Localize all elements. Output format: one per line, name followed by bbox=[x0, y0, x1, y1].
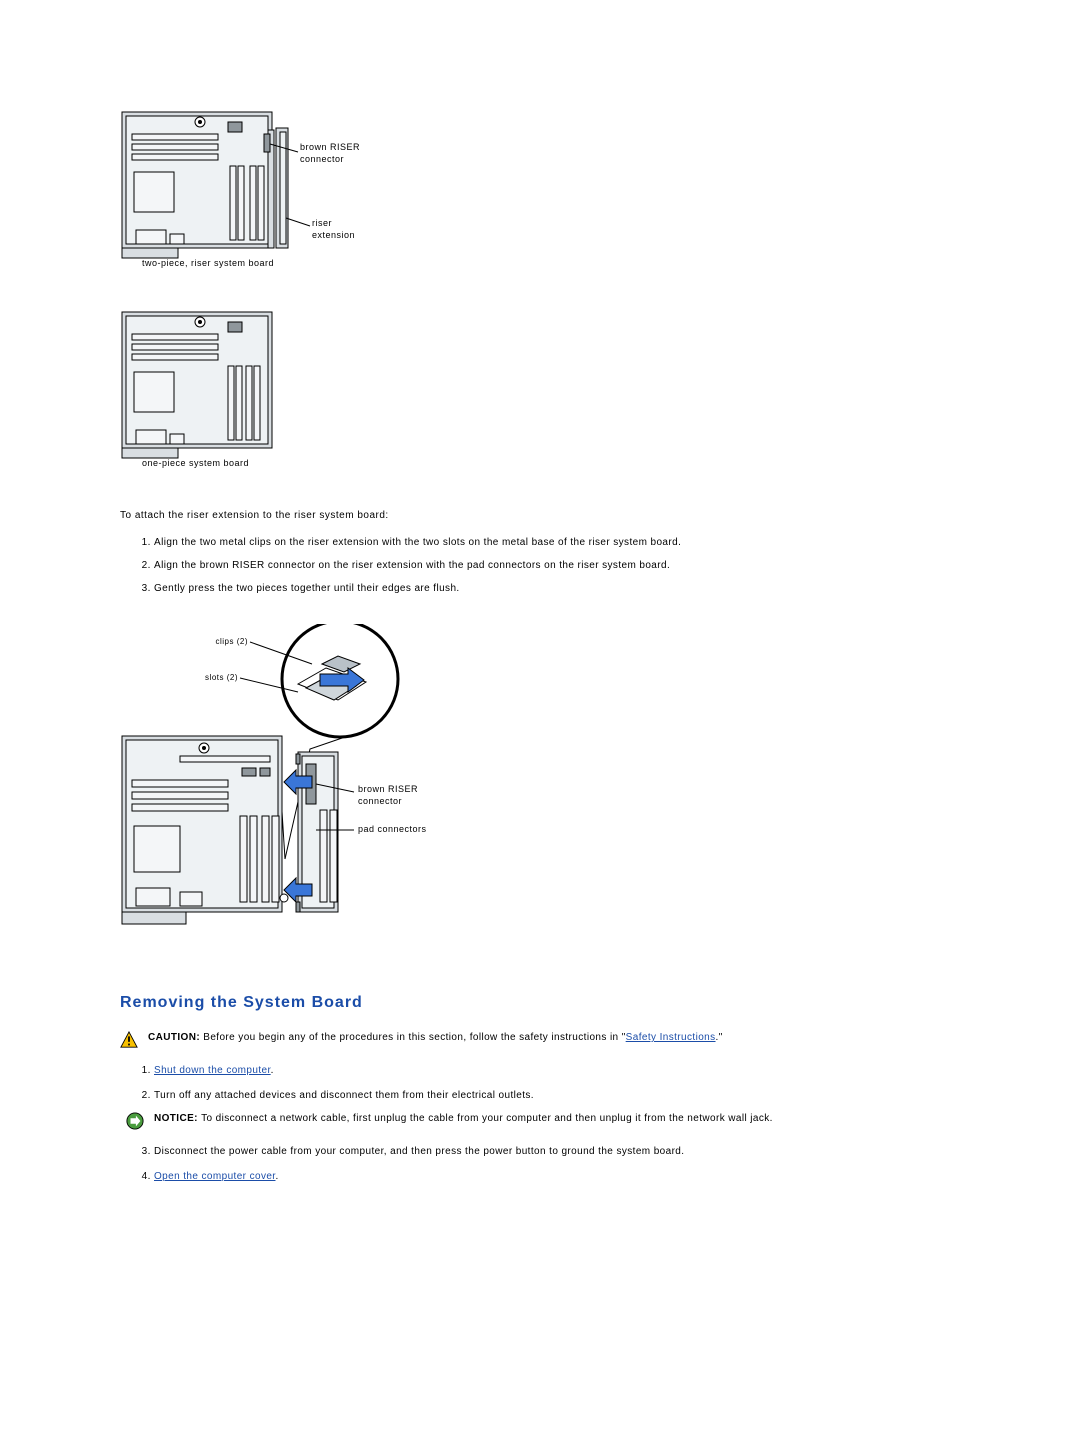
caution-after-link: ." bbox=[716, 1032, 723, 1043]
section-title-removing: Removing the System Board bbox=[120, 994, 960, 1012]
caption-one-piece: one-piece system board bbox=[142, 458, 249, 468]
svg-text:extension: extension bbox=[312, 230, 355, 240]
notice-block: NOTICE: To disconnect a network cable, f… bbox=[120, 1113, 960, 1130]
remove-steps-list-cont: Disconnect the power cable from your com… bbox=[120, 1144, 960, 1184]
label-brown-riser-line1: brown RISER bbox=[300, 142, 360, 152]
remove-step-2: Turn off any attached devices and discon… bbox=[154, 1088, 960, 1103]
document-page: brown RISER connector riser extension tw… bbox=[0, 0, 1080, 1454]
attach-intro: To attach the riser extension to the ris… bbox=[120, 510, 960, 521]
label-brown-riser-line2: connector bbox=[300, 154, 344, 164]
label-riser-ext-line1: riser bbox=[312, 218, 332, 228]
diagram-one-piece-board: one-piece system board bbox=[120, 310, 960, 470]
caution-text: CAUTION: Before you begin any of the pro… bbox=[148, 1032, 723, 1043]
remove-step-1: Shut down the computer. bbox=[154, 1063, 960, 1078]
caution-before-link: Before you begin any of the procedures i… bbox=[203, 1032, 625, 1043]
label-pad-connectors: pad connectors bbox=[358, 824, 427, 834]
attach-step-1: Align the two metal clips on the riser e… bbox=[154, 535, 960, 550]
svg-text:one-piece system board: one-piece system board bbox=[142, 458, 249, 468]
caution-prefix: CAUTION: bbox=[148, 1032, 203, 1043]
svg-text:brown RISER: brown RISER bbox=[358, 784, 418, 794]
link-open-computer-cover[interactable]: Open the computer cover bbox=[154, 1171, 276, 1182]
diagram-attach-riser: clips (2) slots (2) brown RISER connecto… bbox=[120, 624, 960, 944]
svg-text:connector: connector bbox=[358, 796, 402, 806]
svg-text:clips (2): clips (2) bbox=[215, 637, 248, 646]
attach-step-2: Align the brown RISER connector on the r… bbox=[154, 558, 960, 573]
svg-text:two-piece, riser system board: two-piece, riser system board bbox=[142, 258, 274, 268]
label-brown-riser2-l1: brown RISER bbox=[358, 784, 418, 794]
link-shut-down-computer[interactable]: Shut down the computer bbox=[154, 1065, 271, 1076]
link-safety-instructions[interactable]: Safety Instructions bbox=[626, 1032, 716, 1043]
svg-text:connector: connector bbox=[300, 154, 344, 164]
remove-step-3: Disconnect the power cable from your com… bbox=[154, 1144, 960, 1159]
attach-steps-list: Align the two metal clips on the riser e… bbox=[120, 535, 960, 596]
svg-text:brown RISER: brown RISER bbox=[300, 142, 360, 152]
svg-text:pad connectors: pad connectors bbox=[358, 824, 427, 834]
label-clips: clips (2) bbox=[215, 637, 248, 646]
notice-prefix: NOTICE: bbox=[154, 1113, 201, 1124]
notice-body: To disconnect a network cable, first unp… bbox=[201, 1113, 773, 1124]
remove-steps-list: Shut down the computer. Turn off any att… bbox=[120, 1063, 960, 1103]
caption-two-piece: two-piece, riser system board bbox=[142, 258, 274, 268]
attach-step-3: Gently press the two pieces together unt… bbox=[154, 581, 960, 596]
label-riser-ext-line2: extension bbox=[312, 230, 355, 240]
label-brown-riser2-l2: connector bbox=[358, 796, 402, 806]
notice-arrow-icon bbox=[126, 1112, 144, 1130]
svg-text:riser: riser bbox=[312, 218, 332, 228]
label-slots: slots (2) bbox=[205, 673, 238, 682]
caution-triangle-icon bbox=[120, 1031, 138, 1049]
diagram-two-piece-board: brown RISER connector riser extension tw… bbox=[120, 110, 960, 270]
remove-step-4: Open the computer cover. bbox=[154, 1169, 960, 1184]
caution-block: CAUTION: Before you begin any of the pro… bbox=[120, 1032, 960, 1049]
notice-text: NOTICE: To disconnect a network cable, f… bbox=[154, 1113, 773, 1124]
svg-text:slots (2): slots (2) bbox=[205, 673, 238, 682]
